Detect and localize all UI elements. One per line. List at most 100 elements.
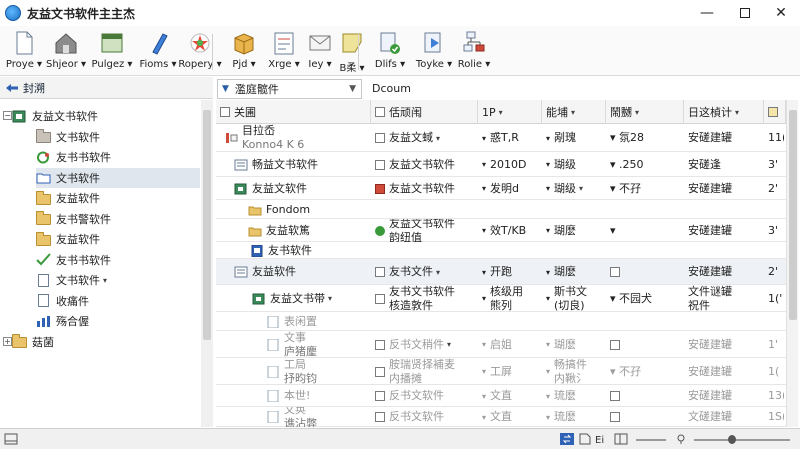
table-row[interactable]: Fondom: [216, 200, 786, 219]
tree-item-1[interactable]: 友益文书软件: [12, 106, 200, 126]
header-checkbox[interactable]: [375, 107, 385, 117]
cell-name-text: 本世!: [284, 389, 310, 403]
close-button[interactable]: ✕: [764, 0, 798, 26]
cell-text: 反书文软件: [389, 389, 444, 403]
cell-value: 剐瑰: [554, 131, 577, 144]
minimize-button[interactable]: —: [690, 0, 724, 26]
row-checkbox[interactable]: [610, 412, 620, 422]
toolbar-button-label: Pulgez ▾: [91, 59, 133, 70]
column-header-1[interactable]: 关圃: [216, 100, 371, 124]
tree-item-4[interactable]: 文书软件: [36, 167, 200, 188]
row-checkbox[interactable]: [610, 391, 620, 401]
column-header-7[interactable]: [764, 100, 786, 124]
toolbar-button-11[interactable]: Toyke ▾: [412, 28, 456, 74]
toolbar-button-10[interactable]: Dlifs ▾: [368, 28, 412, 74]
zoom-slider[interactable]: [694, 439, 790, 441]
table-row[interactable]: 工局 抒昀钧 胺瑞贤择補麦 内播摊 ▾ 工屏 ▾ 畅搞件 内鞦氵 ▾ 不孖 安磋建罐 1(: [216, 358, 786, 385]
maximize-button[interactable]: [728, 0, 762, 26]
tree-item-11[interactable]: 殇合偓: [36, 311, 200, 331]
toolbar-button-12[interactable]: Rolie ▾: [452, 28, 496, 74]
header-checkbox[interactable]: [768, 107, 778, 117]
tree-item-9[interactable]: 文书软件 ▾: [36, 270, 200, 290]
cell-value: ▾ 不孖: [610, 181, 642, 195]
back-arrow-icon[interactable]: [5, 83, 19, 93]
zoom-slider-knob[interactable]: [728, 435, 736, 444]
column-header-5[interactable]: 鬧嬲 ▾: [606, 100, 684, 124]
toolbar-button-1[interactable]: Proye ▾: [2, 28, 46, 74]
split-view-icon[interactable]: [614, 433, 628, 445]
row-checkbox[interactable]: [610, 267, 620, 277]
cell-name-text: 畅益文书软件: [252, 158, 318, 172]
chevron-down-icon[interactable]: ▾: [103, 276, 107, 285]
tree-item-5[interactable]: 友益软件: [36, 188, 200, 208]
collapse-icon[interactable]: −: [3, 111, 12, 120]
toolbar-button-5[interactable]: Ropery ▾: [178, 28, 222, 74]
dropdown-marker-icon: ▾: [546, 294, 551, 303]
dropdown-marker-icon: ▾: [546, 133, 551, 143]
chevron-down-icon[interactable]: ▾: [579, 184, 583, 193]
toolbar-button-3[interactable]: Pulgez ▾: [90, 28, 134, 74]
page-view-icon[interactable]: [578, 433, 592, 445]
row-checkbox[interactable]: [610, 339, 620, 350]
folder-icon: [248, 204, 262, 216]
cell-value: 琉麽: [554, 410, 577, 423]
panel-toggle-icon[interactable]: [4, 433, 18, 445]
toolbar-button-4[interactable]: Fioms ▾: [136, 28, 180, 74]
expand-icon[interactable]: +: [3, 336, 12, 346]
row-checkbox[interactable]: [375, 293, 385, 304]
column-header-6[interactable]: 日这楨计 ▾: [684, 100, 764, 124]
table-row[interactable]: 文事 庐猪麈 反书文稍件 ▾ ▾ 启姐 ▾ 瑚麽 安磋建罐 1': [216, 331, 786, 358]
toolbar-button-2[interactable]: Shjeor ▾: [44, 28, 88, 74]
tree-item-6[interactable]: 友书警软件: [36, 209, 200, 229]
row-checkbox[interactable]: [375, 339, 385, 350]
table-row[interactable]: 友书软件: [216, 242, 786, 259]
table-row[interactable]: 本世!反书文软件▾文直▾琉麽安磋建罐13(: [216, 385, 786, 407]
tree-item-7[interactable]: 友益软件: [36, 229, 200, 249]
row-checkbox[interactable]: [375, 391, 385, 401]
row-checkbox[interactable]: [375, 412, 385, 422]
tree-item-3[interactable]: 友书书软件: [36, 147, 200, 167]
table-row[interactable]: 友益软件 友书文件 ▾ ▾ 开跑 ▾ 瑚麽 安磋建罐 2': [216, 259, 786, 285]
cell-text: 启姐: [490, 338, 512, 352]
cell-value: 发明d: [490, 181, 519, 195]
view-select[interactable]: ▼ 濫庭髋件 ▼: [217, 79, 362, 99]
table-scrollbar[interactable]: [786, 100, 798, 427]
row-checkbox[interactable]: [375, 267, 385, 277]
column-header-3[interactable]: 1P ▾: [478, 100, 542, 124]
chevron-down-icon[interactable]: ▾: [436, 134, 440, 143]
table-row[interactable]: 友益文书带 ▾ 友书文书软件 核造敦件 ▾ 核级用 熊列 ▾ 斯书文 (切良) ▾ 不园犬 文件谜罐祝…: [216, 285, 786, 312]
cell-value: 文直: [490, 410, 513, 423]
column-header-4[interactable]: 能埔 ▾: [542, 100, 606, 124]
tree-item-2[interactable]: 文书软件: [36, 127, 200, 147]
cell-c4: ▾ 琉麽: [546, 407, 604, 427]
tree-scrollbar-thumb[interactable]: [203, 110, 211, 340]
chevron-down-icon[interactable]: ▾: [328, 294, 332, 303]
row-checkbox[interactable]: [375, 133, 385, 143]
table-row[interactable]: 畅益文书软件 友益文书软件 ▾ 2010D ▾ 瑚级 ▾ .250 安磋逢 3': [216, 152, 786, 177]
cell-c4: ▾ 瑚级: [546, 152, 604, 177]
document-label: Dcoum: [372, 82, 411, 95]
tree-item-8[interactable]: 友书书软件: [36, 250, 200, 270]
cell-text: 3': [768, 158, 778, 172]
table-row[interactable]: 友益文软件 友益文书软件 ▾ 发明d ▾ 瑚级 ▾ ▾ 不孖 安磋建罐 2': [216, 177, 786, 200]
tree-item-10[interactable]: 收痛件: [36, 291, 200, 311]
tree-item-12[interactable]: 菇菌: [12, 332, 200, 352]
sync-view-icon[interactable]: [560, 433, 574, 445]
tree-scrollbar[interactable]: [201, 100, 213, 427]
chevron-down-icon[interactable]: ▾: [447, 340, 451, 349]
table-scrollbar-thumb[interactable]: [789, 110, 797, 320]
cell-c2: 胺瑞贤择補麦 内播摊: [375, 358, 476, 385]
table-row[interactable]: 表闲置: [216, 312, 786, 331]
cell-name-text: 工局 抒昀钧: [284, 358, 317, 385]
cell-text: 安磋建罐: [688, 389, 732, 403]
row-checkbox[interactable]: [375, 159, 385, 170]
chevron-down-icon[interactable]: ▾: [436, 268, 440, 277]
text-view-icon[interactable]: Ei: [595, 433, 609, 446]
table-row[interactable]: 友益软篤 友益文书软件 韵纽值 ▾ 效T/KB ▾ 瑚麽 ▾ 安磋建罐 3': [216, 219, 786, 242]
table-row[interactable]: 目拉岙Konno4 K 6友益文蜮▾▾惑T,R▾剐瑰▾ 氛28安磋建罐11(: [216, 124, 786, 152]
header-checkbox[interactable]: [220, 107, 230, 117]
row-checkbox[interactable]: [375, 366, 385, 377]
column-header-2[interactable]: 佸顽闱: [371, 100, 478, 124]
table-row[interactable]: 文奂谯沾弊反书文软件▾文直▾琉麽文磋建罐1S(: [216, 407, 786, 427]
toolbar-button-6[interactable]: Pjd ▾: [222, 28, 266, 74]
